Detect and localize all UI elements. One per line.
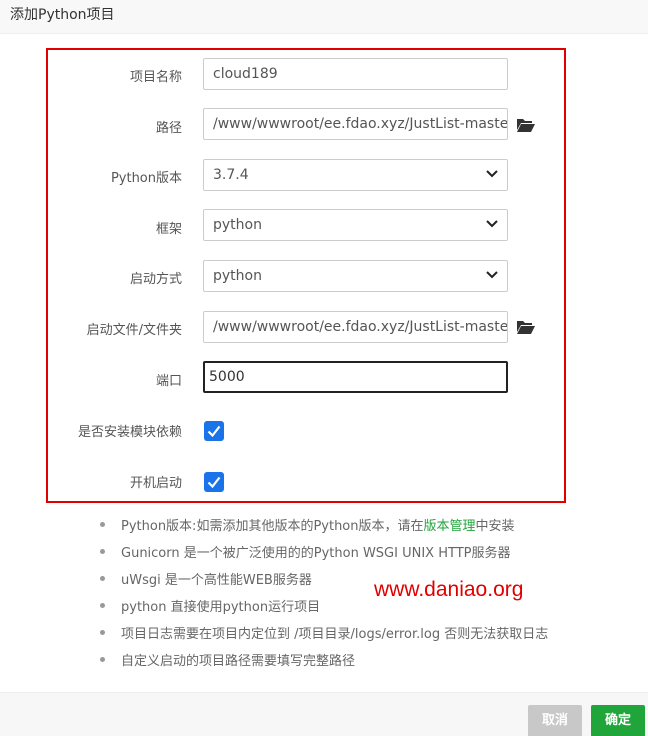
confirm-button[interactable]: 确定 xyxy=(591,705,645,736)
version-manager-link[interactable]: 版本管理 xyxy=(424,519,476,534)
install-deps-label: 是否安装模块依赖 xyxy=(77,425,182,440)
bullet-dot xyxy=(100,630,105,635)
python-version-select[interactable]: 3.7.4 xyxy=(203,159,508,191)
framework-value: python xyxy=(213,217,262,233)
bullet-dot xyxy=(100,522,105,527)
start-mode-label: 启动方式 xyxy=(129,272,182,287)
tip-text: 项目日志需要在项目内定位到 /项目目录/logs/error.log 否则无法获… xyxy=(121,627,549,642)
python-version-value: 3.7.4 xyxy=(213,167,249,183)
checkmark-icon xyxy=(207,425,221,438)
bullet-dot xyxy=(100,603,105,608)
tip-text: 自定义启动的项目路径需要填写完整路径 xyxy=(121,654,356,669)
port-label: 端口 xyxy=(155,374,182,389)
path-label: 路径 xyxy=(155,121,182,136)
dialog-titlebar: 添加Python项目 xyxy=(0,0,648,34)
dialog-title: 添加Python项目 xyxy=(10,7,115,23)
folder-open-icon[interactable] xyxy=(516,319,536,335)
path-input[interactable]: /www/wwwroot/ee.fdao.xyz/JustList-master… xyxy=(203,108,508,140)
autostart-label: 开机启动 xyxy=(129,476,182,491)
chevron-down-icon xyxy=(486,170,498,178)
start-file-input[interactable]: /www/wwwroot/ee.fdao.xyz/JustList-master… xyxy=(203,311,508,343)
bullet-dot xyxy=(100,576,105,581)
autostart-checkbox[interactable] xyxy=(204,472,224,492)
start-mode-value: python xyxy=(213,268,262,284)
bullet-dot xyxy=(100,657,105,662)
checkmark-icon xyxy=(207,476,221,489)
project-name-label: 项目名称 xyxy=(129,70,182,85)
port-input[interactable]: 5000 xyxy=(203,361,508,393)
tip-text: Python版本:如需添加其他版本的Python版本，请在 xyxy=(121,519,424,534)
tip-text: Gunicorn 是一个被广泛使用的的Python WSGI UNIX HTTP… xyxy=(121,546,511,561)
tip-text: uWsgi 是一个高性能WEB服务器 xyxy=(121,573,312,588)
folder-open-icon[interactable] xyxy=(516,117,536,133)
python-version-label: Python版本 xyxy=(110,171,182,186)
project-name-input[interactable]: cloud189 xyxy=(203,58,508,90)
chevron-down-icon xyxy=(486,271,498,279)
chevron-down-icon xyxy=(486,220,498,228)
bullet-dot xyxy=(100,549,105,554)
start-mode-select[interactable]: python xyxy=(203,260,508,292)
start-file-label: 启动文件/文件夹 xyxy=(86,323,182,338)
tip-text: 中安装 xyxy=(475,519,515,534)
watermark-text: www.daniao.org xyxy=(374,578,524,601)
tip-text: python 直接使用python运行项目 xyxy=(121,600,321,615)
cancel-button[interactable]: 取消 xyxy=(528,705,582,736)
install-deps-checkbox[interactable] xyxy=(204,421,224,441)
framework-select[interactable]: python xyxy=(203,209,508,241)
framework-label: 框架 xyxy=(155,222,182,237)
dialog-footer: 取消 确定 xyxy=(0,692,648,736)
